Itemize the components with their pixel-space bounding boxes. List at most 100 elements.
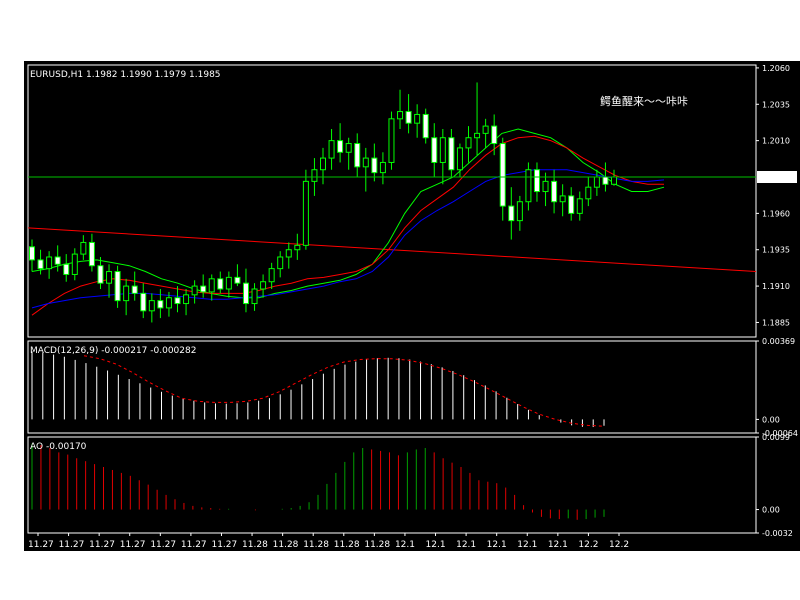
candle-body <box>559 195 566 203</box>
price-ytick-label: 1.2060 <box>762 64 790 73</box>
x-tick-label: 11.28 <box>364 540 390 550</box>
x-tick-label: 11.27 <box>28 540 54 550</box>
candle-body <box>508 205 515 222</box>
candle-body <box>379 161 386 174</box>
candle-body <box>414 113 421 124</box>
ao-ytick-label: -0.0032 <box>762 529 793 538</box>
ao-ytick-label: 0.00 <box>762 506 780 515</box>
candle-body <box>294 244 301 251</box>
candle-body <box>225 276 232 290</box>
candle-body <box>448 137 455 171</box>
candle-body <box>200 285 207 293</box>
candle-body <box>568 195 575 214</box>
x-tick-label: 11.27 <box>120 540 146 550</box>
chart-window: 1.2060 1.2035 1.2010 1.1960 1.1935 1.1910 1.18… <box>24 61 800 551</box>
candle-body <box>191 285 198 296</box>
candle-body <box>320 157 326 171</box>
x-tick-label: 12.1 <box>456 540 476 550</box>
candle-body <box>71 253 78 275</box>
candle-body <box>611 176 617 185</box>
ao-title: AO -0.00170 <box>30 442 87 452</box>
candle-body <box>37 259 44 270</box>
x-tick-label: 11.27 <box>89 540 115 550</box>
x-tick-label: 12.1 <box>487 540 507 550</box>
x-tick-label: 12.1 <box>517 540 537 550</box>
candle-body <box>345 143 352 153</box>
ao-ytick-label: 0.0099 <box>762 433 790 442</box>
candle-body <box>285 249 292 258</box>
x-tick-label: 11.27 <box>150 540 176 550</box>
candle-body <box>29 246 35 261</box>
price-annotation: 鳄鱼醒来～～咔咔 <box>600 94 688 108</box>
candle-body <box>525 169 532 203</box>
candle-body <box>123 285 130 302</box>
x-tick-label: 11.28 <box>273 540 299 550</box>
candle-body <box>131 285 138 294</box>
current-price-label: 1.1985 <box>760 173 788 182</box>
ao-panel-border <box>27 436 757 534</box>
x-tick-label: 12.1 <box>395 540 415 550</box>
x-tick-label: 11.27 <box>181 540 207 550</box>
x-tick-label: 11.27 <box>211 540 237 550</box>
candle-body <box>217 278 224 290</box>
candle-body <box>542 180 549 193</box>
candle-body <box>251 288 258 305</box>
candle-body <box>593 176 600 188</box>
candle-body <box>106 271 113 284</box>
x-tick-label: 11.28 <box>242 540 268 550</box>
macd-title: MACD(12,26,9) -0.000217 -0.000282 <box>30 346 196 356</box>
candle-body <box>388 118 395 163</box>
candle-body <box>533 169 540 193</box>
chart-svg: 1.2060 1.2035 1.2010 1.1960 1.1935 1.1910 1.18… <box>27 64 798 550</box>
candle-body <box>260 281 267 290</box>
price-ytick-label: 1.1935 <box>762 246 790 255</box>
candle-body <box>456 147 463 171</box>
candle-body <box>576 198 583 214</box>
candle-body <box>516 201 523 222</box>
candle-body <box>337 140 344 153</box>
candle-body <box>54 256 61 265</box>
x-tick-label: 12.2 <box>609 540 629 550</box>
candle-body <box>97 265 104 284</box>
candle-body <box>354 143 361 168</box>
price-ytick-label: 1.2010 <box>762 137 790 146</box>
x-tick-label: 11.28 <box>303 540 329 550</box>
candle-body <box>397 111 404 120</box>
candle-body <box>183 294 190 305</box>
candle-body <box>88 241 95 267</box>
candle-body <box>465 137 472 149</box>
candle-body <box>165 297 172 309</box>
candle-body <box>208 278 215 293</box>
candle-body <box>422 113 429 139</box>
candle-body <box>268 268 275 283</box>
macd-ytick-label: 0.00369 <box>762 337 795 346</box>
candle-body <box>405 111 412 124</box>
candle-body <box>157 300 164 309</box>
candle-body <box>148 300 155 312</box>
candle-body <box>140 292 147 312</box>
candle-body <box>602 176 609 185</box>
candle-body <box>585 186 592 200</box>
x-tick-label: 11.27 <box>59 540 85 550</box>
candle-body <box>277 256 284 270</box>
trend-line <box>27 227 757 273</box>
macd-ytick-label: 0.00 <box>762 415 780 424</box>
x-tick-label: 12.1 <box>426 540 446 550</box>
candle-body <box>46 256 53 270</box>
candle-body <box>311 169 318 182</box>
candle-body <box>551 180 558 203</box>
candle-body <box>482 125 489 134</box>
candle-body <box>80 241 87 255</box>
candle-body <box>114 271 121 302</box>
candle-body <box>362 157 369 168</box>
candle-body <box>474 132 481 139</box>
x-tick-label: 12.1 <box>548 540 568 550</box>
candle-body <box>302 180 309 246</box>
candle-body <box>439 137 446 163</box>
candle-body <box>242 282 249 305</box>
price-ytick-label: 1.1910 <box>762 282 790 291</box>
price-ytick-label: 1.1960 <box>762 209 790 218</box>
candle-body <box>431 137 438 163</box>
candle-body <box>499 143 506 207</box>
price-ytick-label: 1.1885 <box>762 318 790 327</box>
